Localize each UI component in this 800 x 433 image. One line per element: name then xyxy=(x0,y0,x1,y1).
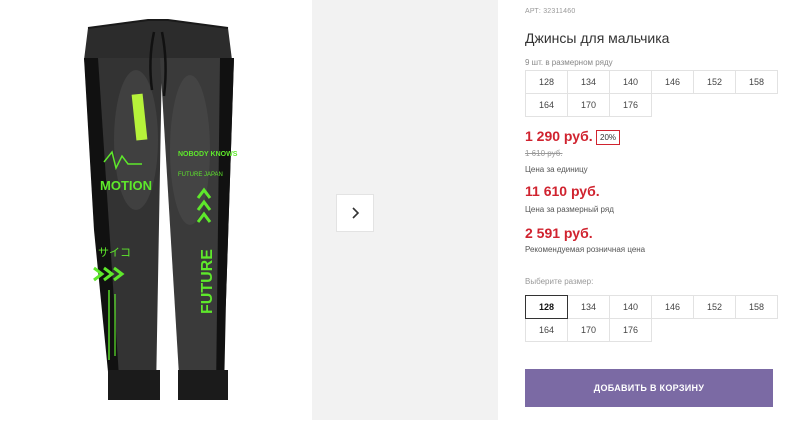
discount-badge: 20% xyxy=(596,130,621,145)
pack-size-cell: 140 xyxy=(609,70,652,94)
pack-size-cell: 176 xyxy=(609,93,652,117)
size-option[interactable]: 140 xyxy=(609,295,652,319)
svg-text:MOTION: MOTION xyxy=(100,178,152,193)
pack-note: 9 шт. в размерном ряду xyxy=(525,58,613,67)
pack-size-cell: 128 xyxy=(525,70,568,94)
retail-price-label: Рекомендуемая розничная цена xyxy=(525,245,646,254)
svg-text:NOBODY KNOWS: NOBODY KNOWS xyxy=(178,151,238,158)
size-option[interactable]: 170 xyxy=(567,318,610,342)
unit-price-label: Цена за единицу xyxy=(525,165,588,174)
pack-size-cell: 158 xyxy=(735,70,778,94)
add-to-cart-button[interactable]: ДОБАВИТЬ В КОРЗИНУ xyxy=(525,369,773,407)
svg-text:FUTURE: FUTURE xyxy=(199,249,216,314)
retail-price: 2 591 руб. xyxy=(525,225,593,241)
size-option[interactable]: 164 xyxy=(525,318,568,342)
article-number: АРТ: 32311460 xyxy=(525,8,576,15)
size-option[interactable]: 158 xyxy=(735,295,778,319)
unit-price: 1 290 руб. xyxy=(525,128,593,144)
next-image-button[interactable] xyxy=(336,194,374,232)
pack-size-cell: 146 xyxy=(651,70,694,94)
pack-size-cell: 152 xyxy=(693,70,736,94)
jeans-illustration: MOTION サイコ NOBODY KNOWS FUTURE JAPAN FUT… xyxy=(84,19,238,400)
size-option[interactable]: 152 xyxy=(693,295,736,319)
size-picker: 128 134 140 146 152 158 164 170 176 xyxy=(525,295,778,342)
pack-size-cell: 170 xyxy=(567,93,610,117)
product-title: Джинсы для мальчика xyxy=(525,30,670,46)
old-price: 1 610 руб. xyxy=(525,149,563,158)
size-picker-label: Выберите размер: xyxy=(525,277,594,286)
svg-text:サイコ: サイコ xyxy=(98,246,131,259)
size-option-selected[interactable]: 128 xyxy=(525,295,568,319)
pack-size-grid: 128 134 140 146 152 158 164 170 176 xyxy=(525,70,778,117)
size-option[interactable]: 176 xyxy=(609,318,652,342)
pack-size-cell: 164 xyxy=(525,93,568,117)
size-option[interactable]: 146 xyxy=(651,295,694,319)
chevron-right-icon xyxy=(352,207,360,219)
size-option[interactable]: 134 xyxy=(567,295,610,319)
pack-price-label: Цена за размерный ряд xyxy=(525,205,614,214)
pack-price: 11 610 руб. xyxy=(525,183,600,199)
product-image[interactable]: MOTION サイコ NOBODY KNOWS FUTURE JAPAN FUT… xyxy=(50,0,310,428)
svg-text:FUTURE JAPAN: FUTURE JAPAN xyxy=(178,172,223,178)
product-gallery: MOTION サイコ NOBODY KNOWS FUTURE JAPAN FUT… xyxy=(0,0,500,428)
pack-size-cell: 134 xyxy=(567,70,610,94)
